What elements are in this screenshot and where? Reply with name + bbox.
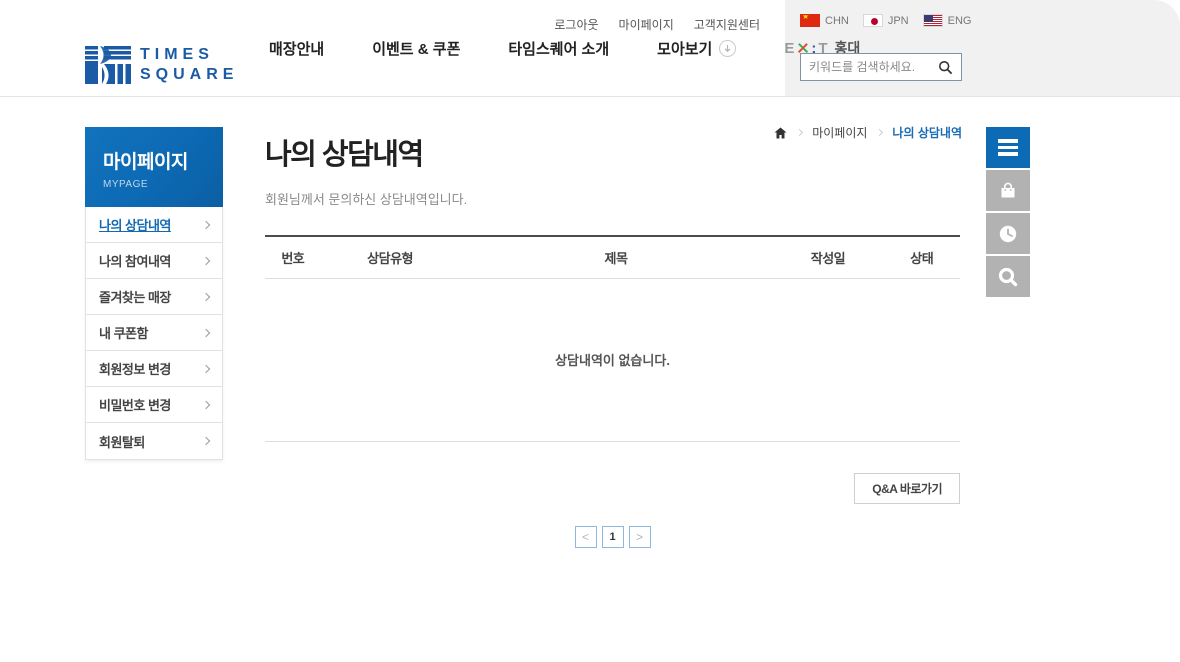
search-icon xyxy=(998,267,1018,286)
chevron-right-icon xyxy=(201,436,211,446)
pagination-next-button[interactable]: > xyxy=(628,525,651,548)
page-title: 나의 상담내역 xyxy=(265,139,424,171)
sidebar-header: 마이페이지 MYPAGE xyxy=(85,127,223,207)
chevron-right-icon xyxy=(201,364,211,373)
qna-shortcut-button[interactable]: Q&A 바로가기 xyxy=(854,472,960,504)
home-icon[interactable] xyxy=(774,127,787,139)
breadcrumb-separator-icon xyxy=(876,128,884,137)
sidebar-menu: 나의 상담내역 나의 참여내역 즐겨찾는 매장 내 쿠폰함 회원정보 변경 비밀… xyxy=(85,207,223,460)
breadcrumb-mypage[interactable]: 마이페이지 xyxy=(812,124,867,141)
shopping-bag-icon xyxy=(1001,182,1015,197)
chevron-right-icon xyxy=(201,328,211,337)
quick-shopping-bag-button[interactable] xyxy=(986,170,1030,211)
breadcrumb: 마이페이지 나의 상담내역 xyxy=(774,124,962,141)
chevron-right-icon xyxy=(201,400,211,409)
consultation-table: 번호 상담유형 제목 작성일 상태 상담내역이 없습니다. xyxy=(265,234,960,442)
keyword-search xyxy=(800,53,962,81)
sidebar-item-my-participation[interactable]: 나의 참여내역 xyxy=(86,243,222,279)
header: 로그아웃 마이페이지 고객지원센터 CHN JPN ENG xyxy=(0,0,1180,97)
quick-menu-button[interactable] xyxy=(986,127,1030,168)
main-nav: 매장안내 이벤트 & 쿠폰 타임스퀘어 소개 모아보기 E : T 홍대 xyxy=(245,0,884,96)
column-title: 제목 xyxy=(604,250,628,266)
chevron-right-icon xyxy=(201,292,211,301)
pagination: < 1 > xyxy=(265,525,960,548)
empty-state-message: 상담내역이 없습니다. xyxy=(265,279,960,442)
quick-search-button[interactable] xyxy=(986,256,1030,297)
clock-icon xyxy=(999,225,1017,242)
quick-recent-button[interactable] xyxy=(986,213,1030,254)
search-input[interactable] xyxy=(809,60,938,74)
nav-store-guide[interactable]: 매장안내 xyxy=(245,38,348,59)
lang-eng-label: ENG xyxy=(947,14,972,27)
times-square-logo-mark xyxy=(85,46,131,84)
menu-icon xyxy=(998,139,1018,156)
table-header-row: 번호 상담유형 제목 작성일 상태 xyxy=(265,234,960,279)
nav-event-coupon[interactable]: 이벤트 & 쿠폰 xyxy=(348,38,484,59)
pagination-prev-button[interactable]: < xyxy=(574,525,597,548)
floating-quick-menu xyxy=(986,127,1030,297)
sidebar-item-my-consultations[interactable]: 나의 상담내역 xyxy=(86,207,222,243)
sidebar-item-withdraw-membership[interactable]: 회원탈퇴 xyxy=(86,423,222,459)
lang-eng[interactable]: ENG xyxy=(922,14,972,27)
search-submit-button[interactable] xyxy=(938,60,953,75)
sidebar: 마이페이지 MYPAGE 나의 상담내역 나의 참여내역 즐겨찾는 매장 내 쿠… xyxy=(85,127,223,460)
times-square-logo[interactable]: TIMES SQUARE xyxy=(85,44,238,86)
sidebar-subtitle: MYPAGE xyxy=(103,179,149,190)
pagination-page-1[interactable]: 1 xyxy=(601,525,624,548)
chevron-right-icon xyxy=(201,256,211,265)
sidebar-item-change-password[interactable]: 비밀번호 변경 xyxy=(86,387,222,423)
usa-flag-icon xyxy=(922,14,943,27)
times-square-logo-text: TIMES SQUARE xyxy=(140,46,239,83)
nav-view-all[interactable]: 모아보기 xyxy=(633,38,760,59)
action-row: Q&A 바로가기 xyxy=(265,472,960,504)
nav-about[interactable]: 타임스퀘어 소개 xyxy=(484,38,633,59)
page: 로그아웃 마이페이지 고객지원센터 CHN JPN ENG xyxy=(0,0,1180,662)
sidebar-title: 마이페이지 xyxy=(103,152,188,173)
breadcrumb-current: 나의 상담내역 xyxy=(892,126,962,140)
search-icon xyxy=(938,60,953,74)
sidebar-item-favorite-stores[interactable]: 즐겨찾는 매장 xyxy=(86,279,222,315)
sidebar-item-edit-profile[interactable]: 회원정보 변경 xyxy=(86,351,222,387)
page-description: 회원님께서 문의하신 상담내역입니다. xyxy=(265,191,468,207)
chevron-left-icon: < xyxy=(581,529,589,544)
chevron-right-icon: > xyxy=(635,529,643,544)
main-content: 나의 상담내역 회원님께서 문의하신 상담내역입니다. 번호 상담유형 제목 작… xyxy=(265,139,960,548)
column-number: 번호 xyxy=(281,250,305,266)
chevron-right-icon xyxy=(201,220,211,229)
lang-jpn-label: JPN xyxy=(887,14,909,27)
column-consultation-type: 상담유형 xyxy=(367,250,414,266)
breadcrumb-separator-icon xyxy=(796,128,804,137)
column-status: 상태 xyxy=(910,250,934,266)
arrow-down-circle-icon xyxy=(719,39,737,57)
column-date: 작성일 xyxy=(810,250,846,266)
sidebar-item-my-coupons[interactable]: 내 쿠폰함 xyxy=(86,315,222,351)
